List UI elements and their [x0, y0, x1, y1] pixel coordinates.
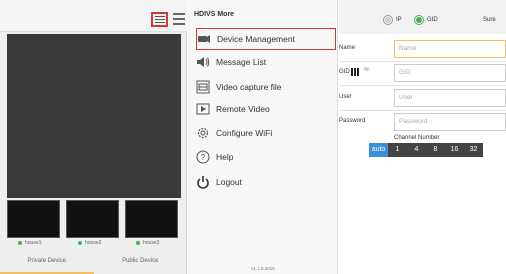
gid-field[interactable]: GID [394, 64, 506, 82]
camera-label: house2 [78, 240, 101, 246]
channel-option-8[interactable]: 8 [426, 143, 445, 157]
list-view-button[interactable] [151, 12, 168, 27]
camera-thumbnail[interactable] [125, 200, 178, 238]
divider [339, 85, 506, 86]
online-status-icon [136, 240, 140, 245]
menu-item-help[interactable]: ? Help [196, 146, 336, 168]
sure-button[interactable]: Sure [483, 17, 496, 23]
name-field[interactable]: Name [394, 40, 506, 58]
app-version: v1.1.6.2015 [251, 266, 275, 271]
online-status-icon [18, 240, 22, 245]
menu-item-remote-video[interactable]: Remote Video [196, 98, 336, 120]
power-icon [196, 175, 210, 189]
gid-label: GID [339, 69, 350, 75]
radio-circle-icon [383, 15, 393, 25]
channel-option-16[interactable]: 16 [445, 143, 464, 157]
menu-title: HDIVS More [194, 11, 235, 18]
divider [339, 110, 506, 111]
menu-item-logout[interactable]: Logout [196, 171, 336, 193]
tab-public-device[interactable]: Public Device [94, 254, 188, 274]
thumbnail-strip [7, 200, 187, 238]
video-preview[interactable] [7, 34, 181, 198]
svg-text:?: ? [201, 153, 206, 162]
radio-ip[interactable]: IP [383, 15, 402, 25]
device-tabs: Private Device Public Device [0, 254, 187, 274]
divider [339, 61, 506, 62]
radio-gid[interactable]: GID [414, 15, 438, 25]
camera-icon [197, 32, 211, 46]
more-menu-panel: HDIVS More Device Management Message Lis… [188, 0, 338, 274]
camera-thumbnail[interactable] [7, 200, 60, 238]
radio-circle-icon [414, 15, 424, 25]
menu-item-device-management[interactable]: Device Management [196, 28, 336, 50]
help-icon: ? [196, 150, 210, 164]
camera-label: house3 [136, 240, 159, 246]
name-label: Name [339, 45, 356, 51]
password-field[interactable]: Password [394, 113, 506, 131]
menu-item-message-list[interactable]: Message List [196, 51, 336, 73]
speaker-icon [196, 55, 210, 69]
wifi-icon[interactable]: ≈ [364, 64, 369, 74]
channel-option-32[interactable]: 32 [464, 143, 483, 157]
channel-option-1[interactable]: 1 [388, 143, 407, 157]
camera-label: house1 [18, 240, 41, 246]
gear-icon [196, 126, 210, 140]
user-field[interactable]: User [394, 89, 506, 107]
user-label: User [339, 94, 352, 100]
add-device-form: IP GID Sure Name Name GID ≈ GID User Use… [339, 0, 506, 274]
password-label: Password [339, 118, 366, 124]
play-icon [196, 102, 210, 116]
online-status-icon [78, 240, 82, 245]
channel-selector: auto 1 4 8 16 32 [369, 143, 483, 157]
channel-option-auto[interactable]: auto [369, 143, 388, 157]
menu-item-video-capture-file[interactable]: Video capture file [196, 76, 336, 98]
form-header: IP GID Sure [339, 0, 506, 34]
qr-scan-icon[interactable] [351, 68, 359, 76]
channel-option-4[interactable]: 4 [407, 143, 426, 157]
menu-icon[interactable] [173, 13, 185, 25]
camera-thumbnail[interactable] [66, 200, 119, 238]
menu-item-configure-wifi[interactable]: Configure WiFi [196, 122, 336, 144]
top-bar [0, 0, 187, 32]
camera-list-screen: house1 house2 house3 Private Device Publ… [0, 0, 187, 274]
channel-number-label: Channel Number [394, 135, 440, 141]
video-file-icon [196, 80, 210, 94]
tab-private-device[interactable]: Private Device [0, 254, 94, 274]
